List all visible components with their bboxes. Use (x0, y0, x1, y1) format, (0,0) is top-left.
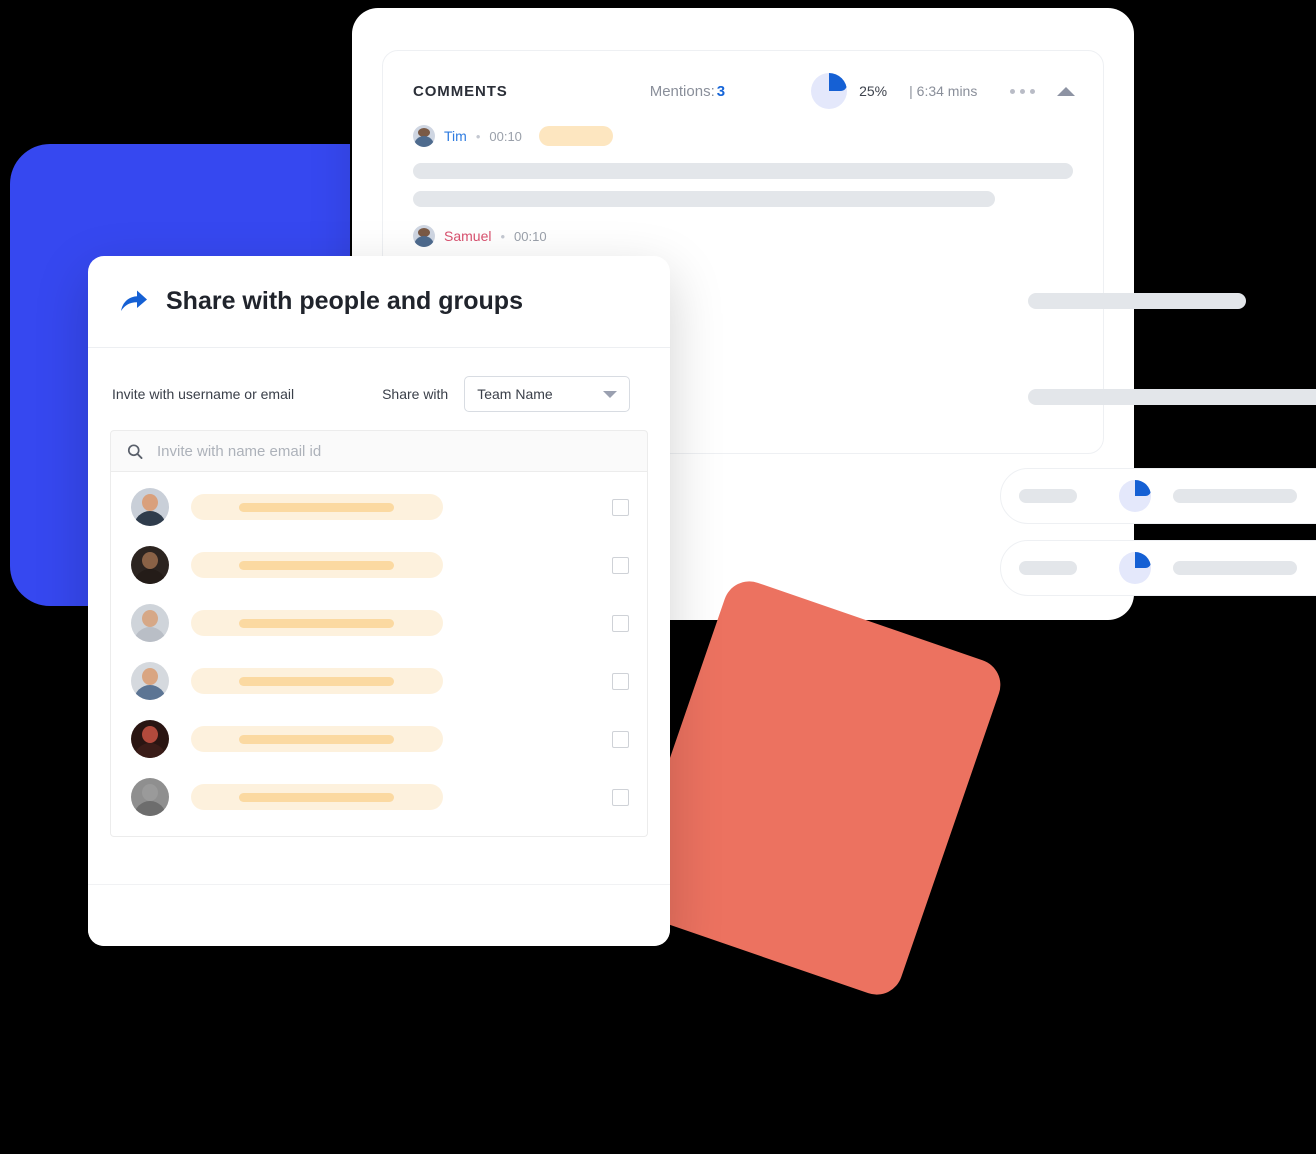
comment-text-placeholder (413, 163, 1073, 179)
avatar-person-4 (131, 662, 169, 700)
pie-chart-icon (1119, 480, 1151, 512)
person-name-placeholder (191, 552, 443, 578)
task-text-placeholder (1173, 561, 1297, 575)
person-checkbox[interactable] (612, 614, 629, 632)
person-name-placeholder (191, 784, 443, 810)
content-placeholder-bar (1028, 389, 1316, 405)
task-row[interactable] (1000, 540, 1316, 596)
share-dialog-header: Share with people and groups (88, 256, 670, 348)
comment-timestamp: 00:10 (489, 128, 522, 144)
avatar-person-1 (131, 488, 169, 526)
avatar-person-5 (131, 720, 169, 758)
share-arrow-icon (121, 290, 147, 311)
search-input[interactable] (156, 442, 631, 460)
comment-row: Tim • 00:10 (383, 125, 1103, 147)
search-icon (127, 443, 143, 459)
person-checkbox[interactable] (612, 788, 629, 806)
invite-label: Invite with username or email (112, 386, 295, 402)
team-select-value: Team Name (477, 386, 553, 402)
dot (1030, 88, 1035, 94)
comment-timestamp: 00:10 (514, 228, 547, 244)
mentions-value: 3 (716, 82, 726, 100)
caret-up-icon[interactable] (1057, 86, 1075, 96)
share-dialog-body: Invite with username or email Share with… (88, 348, 670, 837)
person-checkbox[interactable] (612, 730, 629, 748)
pie-chart-icon (811, 73, 848, 109)
task-label-placeholder (1019, 561, 1077, 575)
avatar (413, 225, 435, 247)
comment-author[interactable]: Tim (444, 128, 467, 144)
person-name-placeholder (191, 610, 443, 636)
list-item[interactable] (111, 478, 647, 536)
share-dialog: Share with people and groups Invite with… (88, 256, 670, 946)
comments-header: COMMENTS Mentions: 3 25% | 6:34 mins (383, 51, 1103, 109)
mentions-count: Mentions: 3 (650, 83, 725, 100)
avatar-person-3 (131, 604, 169, 642)
share-with-label: Share with (382, 386, 449, 402)
separator-dot: • (500, 228, 506, 244)
task-text-placeholder (1173, 489, 1297, 503)
caret-down-icon (603, 390, 618, 398)
person-name-placeholder (191, 668, 443, 694)
duration-label: | 6:34 mins (909, 83, 978, 99)
list-item[interactable] (111, 710, 647, 768)
comment-tag-placeholder (538, 126, 613, 146)
progress-group: 25% | 6:34 mins (811, 73, 977, 109)
list-item[interactable] (111, 768, 647, 826)
share-dialog-footer (88, 884, 670, 946)
list-item[interactable] (111, 536, 647, 594)
task-row[interactable] (1000, 468, 1316, 524)
person-name-placeholder (191, 726, 443, 752)
pie-chart-icon (1119, 552, 1151, 584)
decorative-coral-shape (618, 574, 1008, 1002)
invite-search-box[interactable] (110, 430, 648, 472)
list-item[interactable] (111, 652, 647, 710)
avatar (413, 125, 435, 147)
avatar-person-6 (131, 778, 169, 816)
dot (1020, 88, 1025, 94)
comment-author[interactable]: Samuel (444, 228, 491, 244)
person-checkbox[interactable] (612, 672, 629, 690)
team-select[interactable]: Team Name (464, 376, 631, 412)
mentions-label: Mentions: (649, 82, 715, 100)
avatar-person-2 (131, 546, 169, 584)
person-checkbox[interactable] (612, 498, 629, 516)
screenshot-stage: COMMENTS Mentions: 3 25% | 6:34 mins Tim… (0, 0, 1316, 1154)
share-dialog-title: Share with people and groups (166, 287, 523, 315)
list-item[interactable] (111, 594, 647, 652)
person-checkbox[interactable] (612, 556, 629, 574)
progress-percent: 25% (859, 83, 888, 99)
person-name-placeholder (191, 494, 443, 520)
content-placeholder-bar (1028, 293, 1246, 309)
more-horizontal-icon[interactable] (1010, 88, 1035, 94)
dot (1010, 88, 1015, 94)
comment-row: Samuel • 00:10 (383, 225, 1103, 247)
invite-controls-row: Invite with username or email Share with… (110, 376, 648, 412)
task-label-placeholder (1019, 489, 1077, 503)
header-actions (1010, 86, 1075, 96)
comments-title: COMMENTS (413, 82, 508, 100)
separator-dot: • (475, 128, 481, 144)
people-list (110, 472, 648, 837)
comment-text-placeholder (413, 191, 995, 207)
